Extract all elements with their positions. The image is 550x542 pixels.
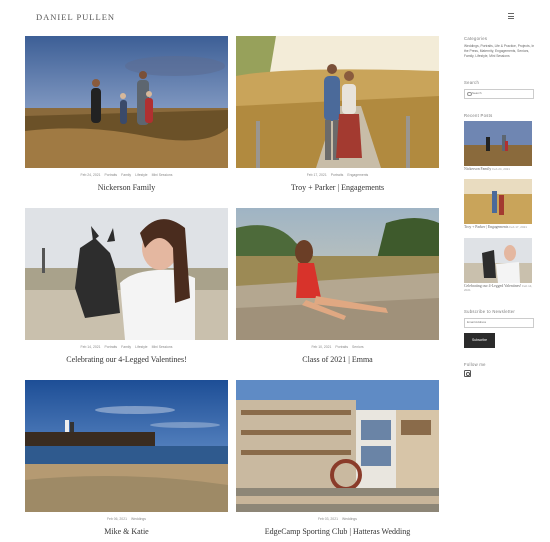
category-link[interactable]: Family: [464, 54, 473, 58]
category-link[interactable]: Seniors: [517, 49, 528, 53]
subscribe-button[interactable]: Subscribe: [464, 332, 495, 348]
recent-post-thumb[interactable]: [464, 237, 532, 283]
recent-post[interactable]: Troy + Parker | Engagements Feb 17, 2021: [464, 179, 536, 230]
post-title[interactable]: Mike & Katie: [25, 527, 228, 536]
recent-post-title[interactable]: Celebrating our 4-Legged Valentines! Feb…: [464, 284, 536, 293]
recent-posts-title: Recent Posts: [464, 112, 493, 118]
post-title[interactable]: Class of 2021 | Emma: [236, 355, 439, 364]
search-icon[interactable]: [467, 91, 472, 97]
post-meta: Feb 24, 2021 Portraits Family Lifestyle Mini…: [80, 173, 173, 177]
post-image-senior[interactable]: [236, 208, 439, 340]
category-link[interactable]: Life & Practice: [495, 44, 516, 48]
post-image-family[interactable]: [25, 36, 228, 168]
email-field[interactable]: [464, 317, 534, 328]
post-image-venue[interactable]: [236, 380, 439, 512]
post-card[interactable]: Feb 24, 2021 Portraits Family Lifestyle Mini…: [25, 36, 228, 192]
post-image-beach[interactable]: [25, 380, 228, 512]
post-meta: Feb 10, 2021 Portraits Seniors: [311, 345, 364, 349]
category-link[interactable]: Portraits: [480, 44, 492, 48]
category-list: Weddings, Portraits, Life & Practice, Pr…: [464, 44, 535, 59]
post-card[interactable]: Feb 17, 2021 Portraits Engagements Troy + …: [236, 36, 439, 192]
recent-post-thumb[interactable]: [464, 120, 532, 166]
category-link[interactable]: Maternity: [480, 49, 493, 53]
recent-post[interactable]: Celebrating our 4-Legged Valentines! Feb…: [464, 237, 536, 293]
post-image-engagement[interactable]: [236, 36, 439, 168]
post-meta: Feb 14, 2021 Portraits Family Lifestyle Mini…: [80, 345, 173, 349]
category-link[interactable]: Weddings: [464, 44, 479, 48]
site-title[interactable]: DANIEL PULLEN: [36, 12, 115, 22]
recent-post-title[interactable]: Troy + Parker | Engagements Feb 17, 2021: [464, 225, 536, 230]
search-title: Search: [464, 79, 480, 85]
recent-post-thumb[interactable]: [464, 179, 532, 225]
email-input[interactable]: [467, 318, 529, 326]
sidebar: Categories Weddings, Portraits, Life & P…: [464, 36, 536, 377]
post-card[interactable]: Feb 03, 2021 Weddings EdgeCamp Sporting C…: [236, 380, 439, 536]
post-image-dog[interactable]: [25, 208, 228, 340]
menu-icon[interactable]: [508, 13, 514, 19]
post-title[interactable]: Nickerson Family: [25, 183, 228, 192]
post-title[interactable]: Celebrating our 4-Legged Valentines!: [25, 355, 228, 364]
categories-title: Categories: [464, 36, 488, 41]
search-box[interactable]: [464, 88, 534, 99]
post-card[interactable]: Feb 14, 2021 Portraits Family Lifestyle Mini…: [25, 208, 228, 364]
post-meta: Feb 06, 2021 Weddings: [106, 517, 146, 521]
category-link[interactable]: Lifestyle: [475, 54, 487, 58]
category-link[interactable]: Projects: [518, 44, 530, 48]
post-meta: Feb 17, 2021 Portraits Engagements: [306, 173, 369, 177]
post-title[interactable]: EdgeCamp Sporting Club | Hatteras Weddin…: [236, 527, 439, 536]
search-input[interactable]: [472, 89, 530, 97]
site-header: DANIEL PULLEN: [0, 0, 550, 34]
follow-title: Follow me: [464, 361, 486, 367]
instagram-icon[interactable]: [464, 369, 471, 377]
category-link[interactable]: Engagements: [495, 49, 515, 53]
recent-post-title[interactable]: Nickerson Family Feb 24, 2021: [464, 167, 536, 172]
post-card[interactable]: Feb 10, 2021 Portraits Seniors Class of 20…: [236, 208, 439, 364]
recent-post[interactable]: Nickerson Family Feb 24, 2021: [464, 120, 536, 172]
post-meta: Feb 03, 2021 Weddings: [317, 517, 357, 521]
category-link[interactable]: Mini Sessions: [489, 54, 509, 58]
subscribe-title: Subscribe to Newsletter: [464, 308, 516, 314]
post-card[interactable]: Feb 06, 2021 Weddings Mike & Katie: [25, 380, 228, 536]
post-title[interactable]: Troy + Parker | Engagements: [236, 183, 439, 192]
